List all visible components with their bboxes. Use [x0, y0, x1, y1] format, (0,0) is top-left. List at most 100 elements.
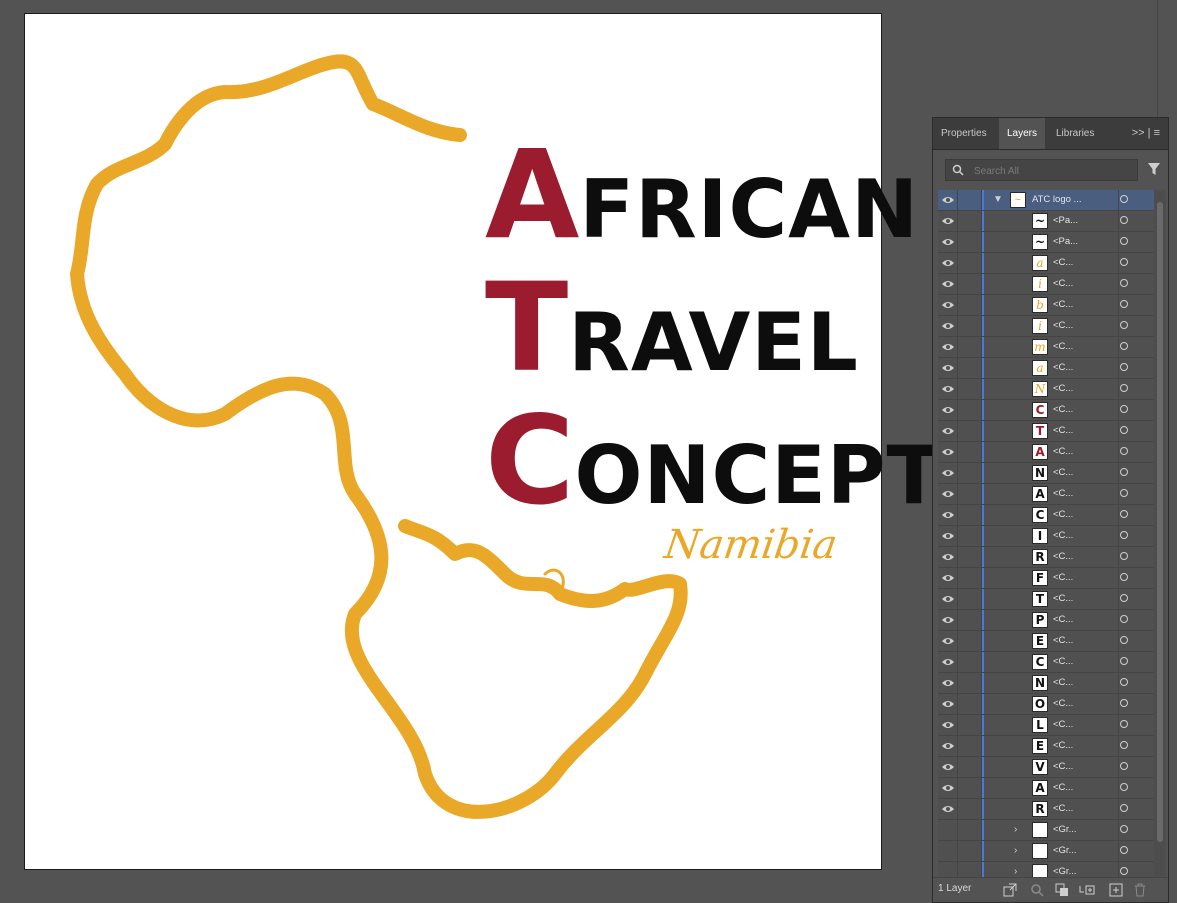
- visibility-toggle[interactable]: [938, 757, 958, 777]
- new-sublayer-icon[interactable]: [1079, 883, 1095, 897]
- lock-toggle[interactable]: [958, 778, 982, 798]
- panel-menu-icon[interactable]: >> | ≡: [1132, 118, 1160, 149]
- lock-toggle[interactable]: [958, 526, 982, 546]
- visibility-toggle[interactable]: [938, 295, 958, 315]
- visibility-toggle[interactable]: [938, 673, 958, 693]
- sublayer-row[interactable]: ~ <Pa...: [938, 211, 1154, 232]
- target-circle-icon[interactable]: [1120, 783, 1128, 791]
- layer-name[interactable]: <C...: [1053, 589, 1073, 609]
- lock-toggle[interactable]: [958, 295, 982, 315]
- layer-name[interactable]: <C...: [1053, 778, 1073, 798]
- target-circle-icon[interactable]: [1120, 699, 1128, 707]
- sublayer-row[interactable]: A <C...: [938, 778, 1154, 799]
- lock-toggle[interactable]: [958, 337, 982, 357]
- sublayer-row[interactable]: F <C...: [938, 568, 1154, 589]
- target-circle-icon[interactable]: [1120, 636, 1128, 644]
- target-circle-icon[interactable]: [1120, 321, 1128, 329]
- tab-libraries[interactable]: Libraries: [1048, 118, 1102, 149]
- layer-name[interactable]: <C...: [1053, 526, 1073, 546]
- scrollbar[interactable]: [1154, 190, 1166, 878]
- layer-name[interactable]: ATC logo ...: [1032, 190, 1081, 210]
- sublayer-row[interactable]: i <C...: [938, 316, 1154, 337]
- lock-toggle[interactable]: [958, 253, 982, 273]
- layer-name[interactable]: <C...: [1053, 694, 1073, 714]
- target-circle-icon[interactable]: [1120, 804, 1128, 812]
- sublayer-row[interactable]: i <C...: [938, 274, 1154, 295]
- target-circle-icon[interactable]: [1120, 468, 1128, 476]
- visibility-toggle[interactable]: [938, 274, 958, 294]
- lock-toggle[interactable]: [958, 379, 982, 399]
- lock-toggle[interactable]: [958, 694, 982, 714]
- layer-name[interactable]: <Pa...: [1053, 232, 1078, 252]
- lock-toggle[interactable]: [958, 799, 982, 819]
- target-circle-icon[interactable]: [1120, 363, 1128, 371]
- collapse-chevron-icon[interactable]: ▼: [993, 194, 1003, 205]
- visibility-toggle[interactable]: [938, 799, 958, 819]
- target-circle-icon[interactable]: [1120, 615, 1128, 623]
- visibility-toggle[interactable]: [938, 232, 958, 252]
- tab-properties[interactable]: Properties: [933, 118, 995, 149]
- lock-toggle[interactable]: [958, 274, 982, 294]
- layer-name[interactable]: <C...: [1053, 253, 1073, 273]
- sublayer-row[interactable]: I <C...: [938, 526, 1154, 547]
- layer-name[interactable]: <C...: [1053, 715, 1073, 735]
- visibility-toggle[interactable]: [938, 568, 958, 588]
- target-circle-icon[interactable]: [1120, 594, 1128, 602]
- sublayer-row[interactable]: C <C...: [938, 652, 1154, 673]
- lock-toggle[interactable]: [958, 211, 982, 231]
- target-circle-icon[interactable]: [1120, 531, 1128, 539]
- lock-toggle[interactable]: [958, 736, 982, 756]
- sublayer-row[interactable]: O <C...: [938, 694, 1154, 715]
- visibility-toggle[interactable]: [938, 862, 958, 878]
- lock-toggle[interactable]: [958, 400, 982, 420]
- visibility-toggle[interactable]: [938, 547, 958, 567]
- filter-icon[interactable]: [1147, 162, 1161, 176]
- layer-name[interactable]: <C...: [1053, 484, 1073, 504]
- sublayer-row[interactable]: b <C...: [938, 295, 1154, 316]
- visibility-toggle[interactable]: [938, 505, 958, 525]
- visibility-toggle[interactable]: [938, 778, 958, 798]
- lock-toggle[interactable]: [958, 505, 982, 525]
- visibility-toggle[interactable]: [938, 715, 958, 735]
- layer-name[interactable]: <C...: [1053, 631, 1073, 651]
- layer-name[interactable]: <C...: [1053, 610, 1073, 630]
- target-circle-icon[interactable]: [1120, 573, 1128, 581]
- export-icon[interactable]: [1003, 883, 1017, 897]
- lock-toggle[interactable]: [958, 463, 982, 483]
- lock-toggle[interactable]: [958, 715, 982, 735]
- target-circle-icon[interactable]: [1120, 825, 1128, 833]
- sublayer-row[interactable]: N <C...: [938, 673, 1154, 694]
- layer-name[interactable]: <C...: [1053, 652, 1073, 672]
- group-row[interactable]: › <Gr...: [938, 862, 1154, 878]
- target-circle-icon[interactable]: [1120, 342, 1128, 350]
- visibility-toggle[interactable]: [938, 421, 958, 441]
- sublayer-row[interactable]: L <C...: [938, 715, 1154, 736]
- layer-name[interactable]: <C...: [1053, 547, 1073, 567]
- target-circle-icon[interactable]: [1120, 447, 1128, 455]
- layer-name[interactable]: <Gr...: [1053, 862, 1077, 878]
- layer-name[interactable]: <Gr...: [1053, 820, 1077, 840]
- visibility-toggle[interactable]: [938, 400, 958, 420]
- target-circle-icon[interactable]: [1120, 237, 1128, 245]
- expand-chevron-icon[interactable]: ›: [1014, 845, 1017, 856]
- layer-name[interactable]: <C...: [1053, 799, 1073, 819]
- lock-toggle[interactable]: [958, 862, 982, 878]
- locate-icon[interactable]: [1030, 883, 1044, 897]
- visibility-toggle[interactable]: [938, 358, 958, 378]
- visibility-toggle[interactable]: [938, 652, 958, 672]
- visibility-toggle[interactable]: [938, 526, 958, 546]
- visibility-toggle[interactable]: [938, 253, 958, 273]
- sublayer-row[interactable]: A <C...: [938, 442, 1154, 463]
- visibility-toggle[interactable]: [938, 211, 958, 231]
- target-circle-icon[interactable]: [1120, 720, 1128, 728]
- lock-toggle[interactable]: [958, 652, 982, 672]
- search-field[interactable]: [945, 159, 1138, 181]
- target-circle-icon[interactable]: [1120, 279, 1128, 287]
- sublayer-row[interactable]: E <C...: [938, 736, 1154, 757]
- sublayer-row[interactable]: ~ <Pa...: [938, 232, 1154, 253]
- layer-name[interactable]: <C...: [1053, 358, 1073, 378]
- lock-toggle[interactable]: [958, 232, 982, 252]
- layer-name[interactable]: <C...: [1053, 463, 1073, 483]
- scrollbar-thumb[interactable]: [1157, 202, 1163, 842]
- layer-name[interactable]: <C...: [1053, 736, 1073, 756]
